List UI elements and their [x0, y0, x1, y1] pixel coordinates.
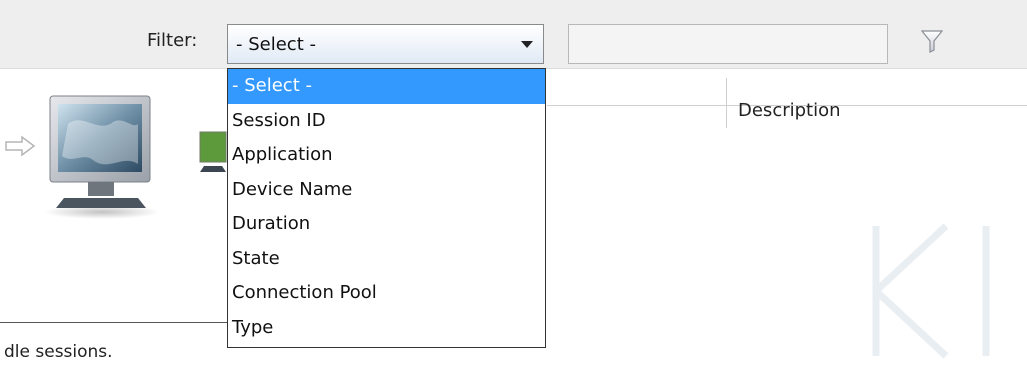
chevron-down-icon[interactable]	[521, 41, 533, 48]
column-separator	[726, 78, 727, 128]
status-text: dle sessions.	[4, 342, 113, 362]
dropdown-option[interactable]: State	[228, 242, 545, 277]
watermark-logo	[872, 223, 990, 359]
filter-text-input[interactable]	[568, 24, 888, 64]
filter-select[interactable]: - Select -	[227, 24, 544, 64]
dropdown-option[interactable]: Device Name	[228, 173, 545, 208]
dropdown-option[interactable]: Type	[228, 311, 545, 346]
dropdown-option[interactable]: - Select -	[228, 69, 545, 104]
right-arrow-icon	[5, 135, 36, 157]
dropdown-option[interactable]: Session ID	[228, 104, 545, 139]
filter-dropdown-list[interactable]: - Select - Session ID Application Device Na…	[227, 68, 546, 348]
monitor-icon	[44, 95, 160, 219]
section-divider	[0, 322, 228, 323]
filter-label: Filter:	[147, 30, 198, 51]
monitor-icon	[199, 131, 227, 172]
filter-bar: Filter: - Select -	[0, 0, 1027, 69]
dropdown-option[interactable]: Connection Pool	[228, 276, 545, 311]
funnel-icon[interactable]	[921, 29, 943, 53]
column-header-description[interactable]: Description	[738, 100, 841, 121]
dropdown-option[interactable]: Application	[228, 138, 545, 173]
filter-select-value: - Select -	[236, 34, 316, 55]
dropdown-option[interactable]: Duration	[228, 207, 545, 242]
